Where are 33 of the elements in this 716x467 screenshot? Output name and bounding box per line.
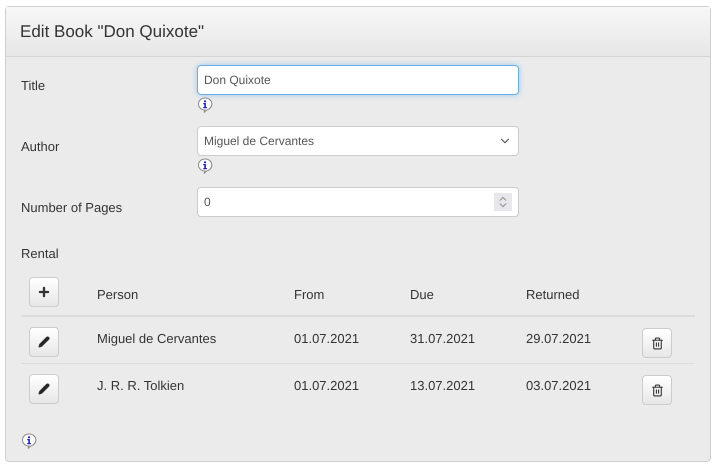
table-cell: 31.07.2021 [410,331,476,346]
delete-button[interactable] [642,375,672,405]
section-label: Rental [21,246,59,261]
info-icon[interactable] [21,433,37,449]
info-icon[interactable] [197,158,213,174]
plus-icon [37,285,51,299]
number-field[interactable]: 0 [197,187,519,217]
author-select[interactable]: Miguel de Cervantes [197,126,519,156]
column-header: From [294,287,324,302]
trash-icon [650,384,664,396]
field-label: Title [21,78,46,93]
input-field[interactable]: Don Quixote [197,65,519,95]
delete-button[interactable] [642,328,672,358]
table-cell: 03.07.2021 [526,378,592,393]
add-button[interactable] [29,277,59,307]
table-cell: J. R. R. Tolkien [97,378,184,393]
column-header: Due [410,287,434,302]
pencil-icon [38,383,50,395]
table-cell: 13.07.2021 [410,378,476,393]
info-icon[interactable] [197,97,213,113]
column-header: Returned [526,287,580,302]
table-cell: Miguel de Cervantes [97,331,216,346]
pencil-icon [38,336,50,348]
field-label: Author [21,139,60,154]
column-header: Person [97,287,138,302]
trash-icon [650,336,664,350]
table-cell: 01.07.2021 [294,331,360,346]
table-cell: 29.07.2021 [526,331,592,346]
table-cell: 01.07.2021 [294,378,360,393]
edit-button[interactable] [29,374,59,404]
edit-button[interactable] [29,327,59,357]
field-label: Number of Pages [21,200,122,215]
dialog-title: Edit Book "Don Quixote" [20,20,204,43]
